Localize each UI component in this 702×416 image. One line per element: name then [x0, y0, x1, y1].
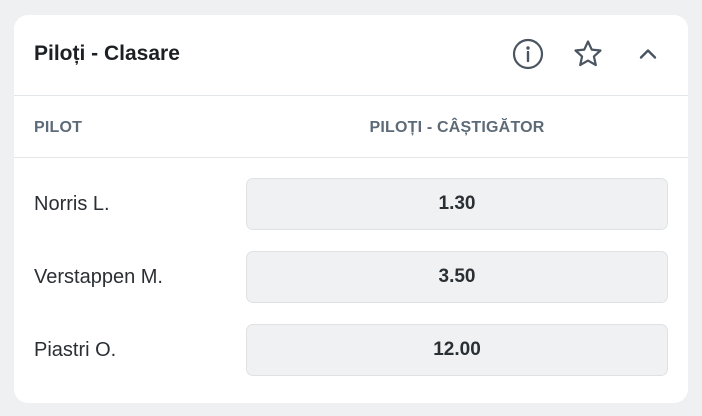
favorite-button[interactable]	[571, 37, 605, 71]
column-header-row: PILOT PILOȚI - CÂȘTIGĂTOR	[14, 96, 688, 158]
info-circle-icon	[512, 38, 544, 70]
pilot-list: Norris L. 1.30 Verstappen M. 3.50 Piastr…	[14, 178, 688, 397]
pilot-name: Verstappen M.	[34, 266, 163, 288]
collapse-button[interactable]	[631, 37, 665, 71]
column-header-pilot: PILOT	[34, 119, 83, 136]
column-header-market: PILOȚI - CÂȘTIGĂTOR	[369, 119, 545, 136]
pilot-row: Piastri O. 12.00	[14, 324, 688, 376]
pilot-row: Norris L. 1.30	[14, 178, 688, 230]
odds-button[interactable]: 12.00	[246, 324, 668, 376]
chevron-up-icon	[639, 49, 657, 59]
star-outline-icon	[574, 40, 602, 67]
market-card: Piloți - Clasare PILOT PILOȚI - CÂȘTIGĂT…	[14, 15, 688, 403]
info-button[interactable]	[511, 37, 545, 71]
pilot-name: Piastri O.	[34, 339, 117, 361]
odds-button[interactable]: 3.50	[246, 251, 668, 303]
market-title: Piloți - Clasare	[34, 42, 180, 65]
card-header: Piloți - Clasare	[14, 15, 688, 96]
pilot-row: Verstappen M. 3.50	[14, 251, 688, 303]
pilot-name: Norris L.	[34, 193, 110, 215]
odds-button[interactable]: 1.30	[246, 178, 668, 230]
